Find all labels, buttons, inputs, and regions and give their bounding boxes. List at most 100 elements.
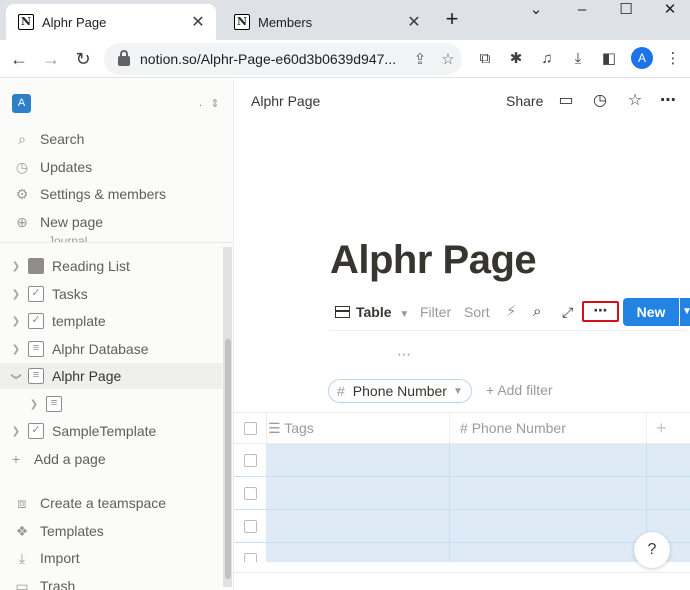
workspace-switcher[interactable]: A . ⇕ xyxy=(12,93,222,113)
sidebar-item-sampletemplate[interactable]: ❯ ✓ SampleTemplate xyxy=(0,418,222,444)
browser-tabstrip: N Alphr Page ✕ N Members ✕ + ⌄ – ☐ ✕ xyxy=(0,0,690,40)
chevron-down-icon[interactable]: ⌄ xyxy=(516,0,556,22)
screenshot-icon[interactable]: ⧉ xyxy=(474,48,496,70)
sidebar-item-untitled-subpage[interactable]: ❯ ≡ xyxy=(0,391,222,417)
sidebar-item-label: Templates xyxy=(40,523,104,539)
table-row[interactable] xyxy=(234,477,690,510)
breadcrumb[interactable]: Alphr Page xyxy=(251,93,320,109)
workspace-name: . xyxy=(198,97,202,109)
filter-button[interactable]: Filter xyxy=(420,298,451,326)
sidebar-item-create-teamspace[interactable]: ⧈ Create a teamspace xyxy=(0,490,222,516)
more-horizontal-icon[interactable]: ⋯ xyxy=(657,90,679,112)
chevron-right-icon[interactable]: ❯ xyxy=(8,289,24,300)
history-clock-icon[interactable]: ◷ xyxy=(589,90,611,112)
lock-icon xyxy=(118,50,130,66)
row-cells[interactable] xyxy=(266,477,690,509)
sidebar-item-alphr-page[interactable]: ❯ ≡ Alphr Page xyxy=(0,363,222,389)
new-record-button[interactable]: New xyxy=(623,298,679,326)
column-header-label: Phone Number xyxy=(471,420,566,436)
filter-pill-phone-number[interactable]: # Phone Number ▼ xyxy=(328,379,472,403)
browser-tab-members[interactable]: N Members ✕ xyxy=(222,4,432,40)
page-title[interactable]: Alphr Page xyxy=(330,238,537,283)
add-column-plus-icon[interactable]: + xyxy=(656,418,667,439)
row-cells[interactable] xyxy=(266,510,690,542)
row-checkbox[interactable] xyxy=(244,454,257,467)
cell-divider xyxy=(449,510,450,542)
chevron-right-icon[interactable]: ❯ xyxy=(8,426,24,437)
updown-chevron-icon: ⇕ xyxy=(210,97,220,110)
window-close-icon[interactable]: ✕ xyxy=(650,0,690,22)
expand-arrows-icon[interactable]: ⤢ xyxy=(562,298,573,326)
sidebar-item-tasks[interactable]: ❯ ✓ Tasks xyxy=(0,281,222,307)
extensions-puzzle-icon[interactable]: ✱ xyxy=(505,48,527,70)
minimize-icon[interactable]: – xyxy=(562,0,602,22)
bookmark-star-icon[interactable]: ☆ xyxy=(434,50,462,68)
sort-button[interactable]: Sort xyxy=(464,298,490,326)
column-divider xyxy=(266,413,267,445)
row-checkbox[interactable] xyxy=(244,520,257,533)
more-options-button[interactable]: ⋯ xyxy=(582,301,619,322)
row-checkbox[interactable] xyxy=(244,487,257,500)
close-tab-icon[interactable]: ✕ xyxy=(404,12,424,32)
automation-lightning-icon[interactable]: ⚡ xyxy=(506,298,517,326)
share-page-icon[interactable]: ⇪ xyxy=(406,50,434,68)
chevron-right-icon[interactable]: ❯ xyxy=(26,399,42,410)
checkbox-icon: ✓ xyxy=(28,286,44,302)
more-vertical-icon[interactable]: ⋮ xyxy=(662,48,684,70)
row-cells[interactable] xyxy=(266,444,690,476)
forward-arrow-icon[interactable]: → xyxy=(38,46,64,72)
profile-avatar[interactable]: A xyxy=(631,47,653,69)
comment-icon[interactable]: ▭ xyxy=(555,90,577,112)
new-dropdown-chevron-icon[interactable]: ▼ xyxy=(680,298,690,326)
table-row[interactable] xyxy=(234,543,690,562)
sidebar-item-label: Settings & members xyxy=(40,186,167,202)
share-button[interactable]: Share xyxy=(506,93,543,109)
table-row[interactable] xyxy=(234,444,690,477)
side-panel-icon[interactable]: ◧ xyxy=(598,48,620,70)
drag-handle-dots-icon[interactable]: ⋯ xyxy=(397,346,412,363)
row-checkbox[interactable] xyxy=(244,553,257,562)
sidebar-item-label: Add a page xyxy=(34,451,106,467)
sidebar-item-reading-list[interactable]: ❯ Reading List xyxy=(0,253,222,279)
sidebar-item-settings[interactable]: ⚙ Settings & members xyxy=(0,181,222,207)
sidebar-item-search[interactable]: ⌕ Search xyxy=(0,126,222,152)
sidebar-item-new-page[interactable]: ⊕ New page xyxy=(0,209,222,235)
add-page-button[interactable]: + Add a page xyxy=(0,446,222,472)
back-arrow-icon[interactable]: ← xyxy=(6,46,32,72)
reload-icon[interactable]: ↻ xyxy=(70,46,96,72)
sidebar-item-trash[interactable]: ▭ Trash xyxy=(0,573,222,590)
row-cells[interactable] xyxy=(266,543,690,562)
chevron-right-icon[interactable]: ❯ xyxy=(8,344,24,355)
favorite-star-icon[interactable]: ☆ xyxy=(624,90,646,112)
column-header-tags[interactable]: ☰ Tags xyxy=(268,420,314,437)
add-filter-button[interactable]: + Add filter xyxy=(486,382,553,398)
download-icon[interactable]: ⤓ xyxy=(567,48,589,70)
address-bar[interactable]: notion.so/Alphr-Page-e60d3b0639d947... ⇪… xyxy=(104,43,462,75)
table-row[interactable] xyxy=(234,510,690,543)
browser-toolbar: ← → ↻ notion.so/Alphr-Page-e60d3b0639d94… xyxy=(0,40,690,78)
sidebar-item-import[interactable]: ⤓ Import xyxy=(0,545,222,571)
chevron-right-icon[interactable]: ❯ xyxy=(8,316,24,327)
help-button[interactable]: ? xyxy=(634,532,670,568)
sidebar-item-label: SampleTemplate xyxy=(52,423,157,439)
sidebar-item-label: Alphr Database xyxy=(52,341,149,357)
select-all-checkbox[interactable] xyxy=(244,422,257,435)
sidebar-item-templates[interactable]: ❖ Templates xyxy=(0,518,222,544)
media-control-icon[interactable]: ♫ xyxy=(536,48,558,70)
sidebar-item-updates[interactable]: ◷ Updates xyxy=(0,154,222,180)
view-tab-table[interactable]: Table ▼ xyxy=(335,298,409,326)
chevron-right-icon[interactable]: ❯ xyxy=(8,261,24,272)
column-header-phone-number[interactable]: # Phone Number xyxy=(460,420,566,436)
new-tab-button[interactable]: + xyxy=(440,8,464,32)
search-icon[interactable]: ⌕ xyxy=(533,298,541,326)
sidebar-item-template[interactable]: ❯ ✓ template xyxy=(0,308,222,334)
browser-tab-alphr-page[interactable]: N Alphr Page ✕ xyxy=(6,4,216,40)
trash-icon: ▭ xyxy=(15,577,29,590)
chevron-down-icon: ▼ xyxy=(452,385,463,397)
sidebar-item-alphr-database[interactable]: ❯ ≡ Alphr Database xyxy=(0,336,222,362)
sidebar-scrollbar-thumb[interactable] xyxy=(225,339,231,579)
sidebar-item-label: Tasks xyxy=(52,286,88,302)
close-tab-icon[interactable]: ✕ xyxy=(188,12,208,32)
maximize-icon[interactable]: ☐ xyxy=(606,0,646,22)
chevron-down-icon[interactable]: ❯ xyxy=(11,368,22,384)
